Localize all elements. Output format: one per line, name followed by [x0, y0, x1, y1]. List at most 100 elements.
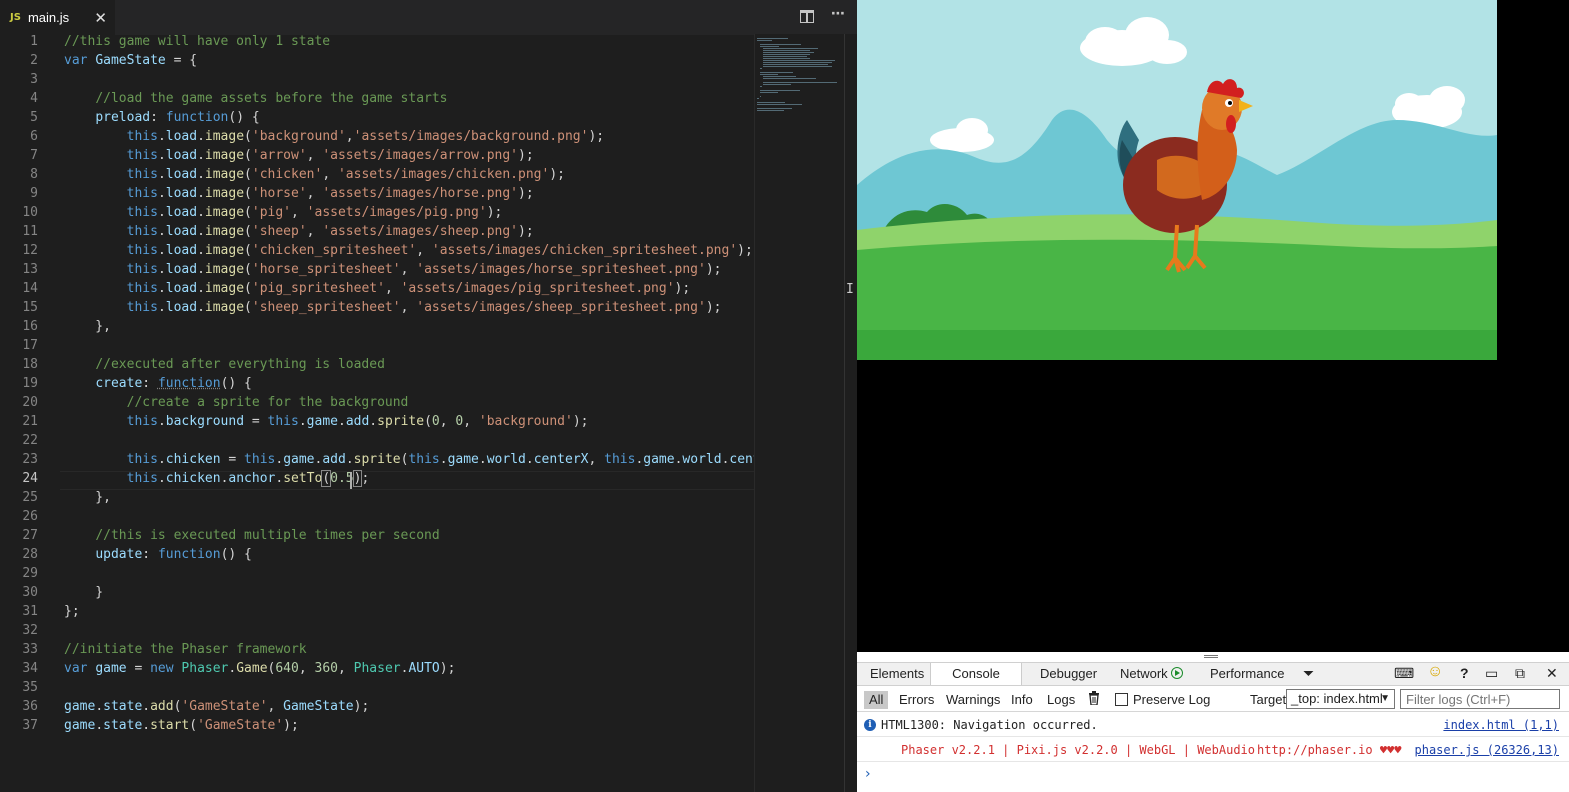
code-text: this.background = this.game.add.sprite(0…: [126, 414, 589, 429]
code-line[interactable]: 12 this.load.image('chicken_spritesheet'…: [0, 243, 754, 262]
code-text: game.state.add('GameState', GameState);: [64, 699, 370, 714]
code-line[interactable]: 2 var GameState = {: [0, 53, 754, 72]
console-prompt-icon[interactable]: ›: [865, 766, 871, 782]
tab-performance[interactable]: Performance: [1210, 663, 1284, 685]
line-number: 18: [22, 357, 38, 372]
filter-logs-input[interactable]: [1400, 689, 1560, 709]
line-number: 14: [22, 281, 38, 296]
code-line[interactable]: 35: [0, 680, 754, 699]
code-line[interactable]: 31};: [0, 604, 754, 623]
code-text: game.state.start('GameState');: [64, 718, 299, 733]
more-actions-icon[interactable]: ⋯: [831, 6, 846, 22]
minimap[interactable]: [754, 34, 844, 792]
code-text: this.load.image('pig_spritesheet', 'asse…: [126, 281, 691, 296]
code-line[interactable]: 1 //this game will have only 1 state: [0, 34, 754, 53]
code-line[interactable]: 37 game.state.start('GameState');: [0, 718, 754, 737]
minimap-line: [763, 82, 838, 83]
code-line[interactable]: 21 this.background = this.game.add.sprit…: [0, 414, 754, 433]
code-line[interactable]: 28 update: function() {: [0, 547, 754, 566]
console-message: i HTML1300: Navigation occurred. index.h…: [857, 713, 1569, 737]
code-line[interactable]: 7 this.load.image('arrow', 'assets/image…: [0, 148, 754, 167]
code-line[interactable]: 33 //initiate the Phaser framework: [0, 642, 754, 661]
code-text: this.load.image('chicken_spritesheet', '…: [126, 243, 753, 258]
close-icon[interactable]: ✕: [1546, 665, 1558, 682]
code-line[interactable]: 30 }: [0, 585, 754, 604]
split-editor-icon[interactable]: [800, 10, 814, 23]
code-line[interactable]: 13 this.load.image('horse_spritesheet', …: [0, 262, 754, 281]
filter-warnings-button[interactable]: Warnings: [946, 691, 1000, 709]
console-icon[interactable]: ⌨: [1394, 665, 1414, 682]
code-line[interactable]: 8 this.load.image('chicken', 'assets/ima…: [0, 167, 754, 186]
code-text: var GameState = {: [64, 53, 198, 68]
tab-console[interactable]: Console: [930, 663, 1022, 685]
filter-logs-button[interactable]: Logs: [1047, 691, 1075, 709]
tab-network[interactable]: Network: [1120, 663, 1183, 685]
line-number: 2: [30, 53, 38, 68]
code-line[interactable]: 36 game.state.add('GameState', GameState)…: [0, 699, 754, 718]
overflow-chevron-icon[interactable]: ⏷: [1303, 665, 1314, 682]
tab-main-js[interactable]: JS main.js ✕: [0, 0, 115, 35]
close-icon[interactable]: ✕: [94, 9, 107, 27]
code-text: //initiate the Phaser framework: [64, 642, 307, 657]
code-line[interactable]: 34 var game = new Phaser.Game(640, 360, P…: [0, 661, 754, 680]
code-line[interactable]: 18 //executed after everything is loaded: [0, 357, 754, 376]
line-number: 12: [22, 243, 38, 258]
code-line[interactable]: 17: [0, 338, 754, 357]
line-number: 9: [30, 186, 38, 201]
code-line[interactable]: 5 preload: function() {: [0, 110, 754, 129]
js-file-icon: JS: [10, 12, 21, 23]
trash-icon[interactable]: [1088, 691, 1100, 709]
preserve-log-checkbox[interactable]: Preserve Log: [1115, 691, 1210, 709]
code-line[interactable]: 27 //this is executed multiple times per…: [0, 528, 754, 547]
code-line[interactable]: 3: [0, 72, 754, 91]
code-line[interactable]: 19 create: function() {: [0, 376, 754, 395]
code-line[interactable]: 25 },: [0, 490, 754, 509]
trash-glyph: [1089, 691, 1099, 706]
message-source-link[interactable]: index.html (1,1): [1443, 713, 1559, 737]
filter-all-button[interactable]: All: [864, 691, 889, 709]
line-number: 8: [30, 167, 38, 182]
code-text: //executed after everything is loaded: [95, 357, 385, 372]
code-line[interactable]: 9 this.load.image('horse', 'assets/image…: [0, 186, 754, 205]
code-text: this.load.image('horse_spritesheet', 'as…: [126, 262, 722, 277]
code-line[interactable]: 24 this.chicken.anchor.setTo(0.5);: [0, 470, 754, 490]
code-line[interactable]: 22: [0, 433, 754, 452]
target-select[interactable]: _top: index.html ▼: [1286, 689, 1395, 709]
filter-info-button[interactable]: Info: [1011, 691, 1033, 709]
code-line[interactable]: 15 this.load.image('sheep_spritesheet', …: [0, 300, 754, 319]
filter-errors-button[interactable]: Errors: [899, 691, 934, 709]
code-line[interactable]: 6 this.load.image('background','assets/i…: [0, 129, 754, 148]
code-line[interactable]: 23 this.chicken = this.game.add.sprite(t…: [0, 452, 754, 471]
dock-icon[interactable]: ▭: [1485, 665, 1498, 682]
code-line[interactable]: 32: [0, 623, 754, 642]
devtools-tab-bar: Elements Console Debugger Network Perfor…: [857, 662, 1569, 686]
code-line[interactable]: 4 //load the game assets before the game…: [0, 91, 754, 110]
minimap-line: [763, 56, 807, 57]
tab-elements[interactable]: Elements: [870, 663, 924, 685]
code-text: var game = new Phaser.Game(640, 360, Pha…: [64, 661, 456, 676]
code-area[interactable]: 1 //this game will have only 1 state 2 var …: [0, 34, 754, 792]
code-line[interactable]: 14 this.load.image('pig_spritesheet', 'a…: [0, 281, 754, 300]
code-line[interactable]: 10 this.load.image('pig', 'assets/images…: [0, 205, 754, 224]
line-number: 24: [22, 471, 38, 486]
target-value: _top: index.html: [1291, 691, 1383, 706]
code-line[interactable]: 11 this.load.image('sheep', 'assets/imag…: [0, 224, 754, 243]
game-canvas[interactable]: [857, 0, 1497, 360]
help-icon[interactable]: ?: [1460, 665, 1469, 681]
code-line[interactable]: 16 },: [0, 319, 754, 338]
message-source-link[interactable]: phaser.js (26326,13): [1415, 738, 1560, 762]
minimap-line: [760, 74, 779, 75]
minimap-line: [760, 68, 762, 69]
code-line[interactable]: 20 //create a sprite for the background: [0, 395, 754, 414]
code-line[interactable]: 26: [0, 509, 754, 528]
code-text: this.load.image('horse', 'assets/images/…: [126, 186, 534, 201]
grass: [857, 330, 1497, 360]
smile-icon[interactable]: ☺: [1427, 663, 1443, 681]
line-number: 32: [22, 623, 38, 638]
code-line[interactable]: 29: [0, 566, 754, 585]
vertical-scrollbar[interactable]: [844, 34, 857, 792]
tab-debugger[interactable]: Debugger: [1040, 663, 1097, 685]
resize-handle[interactable]: [1204, 655, 1218, 658]
minimap-line: [757, 40, 773, 41]
undock-icon[interactable]: ⧉: [1515, 665, 1525, 682]
